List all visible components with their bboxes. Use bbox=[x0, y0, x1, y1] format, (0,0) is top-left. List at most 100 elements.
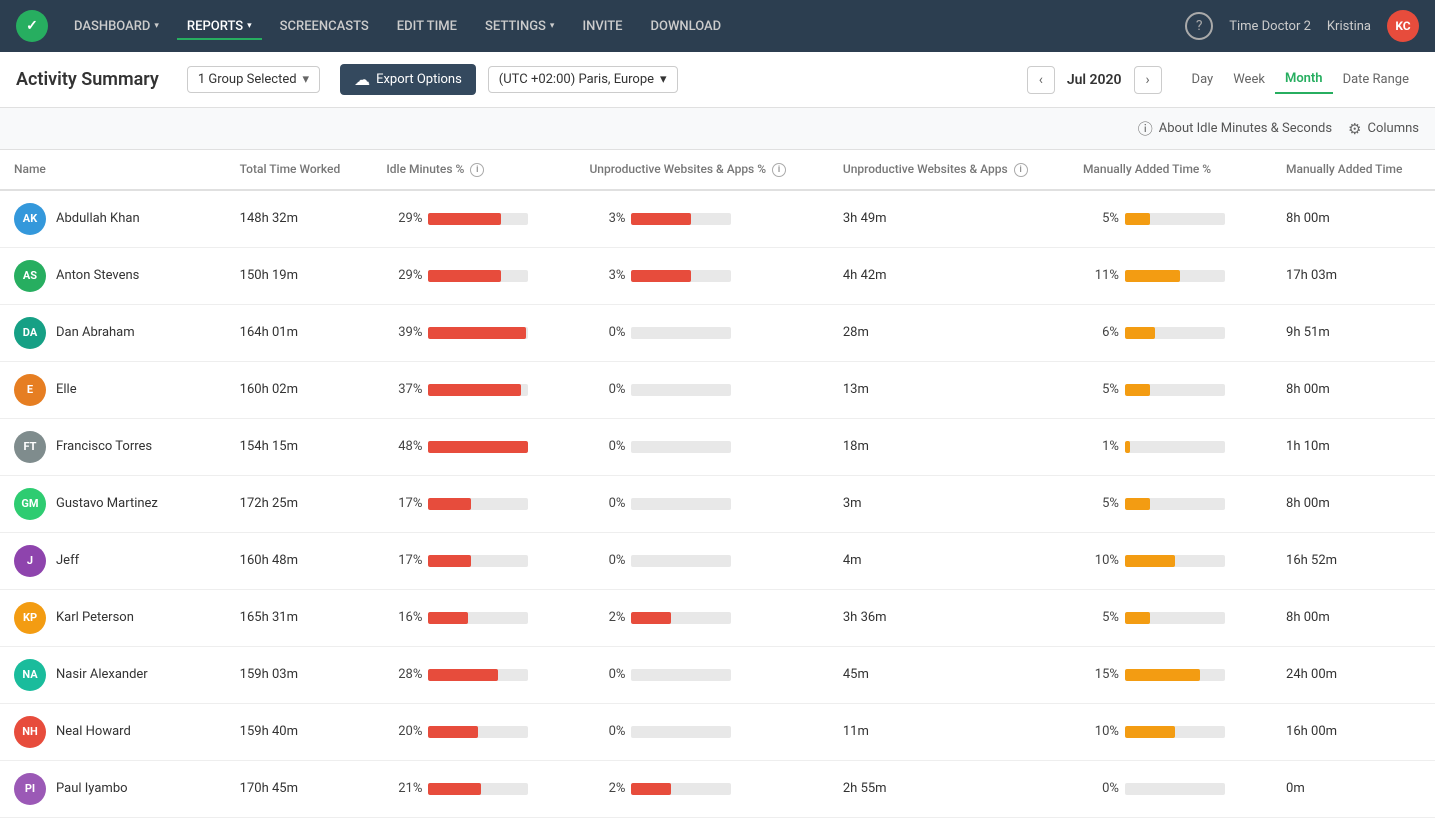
cell-name[interactable]: AK Abdullah Khan bbox=[0, 190, 226, 248]
cell-manually-pct: 10% bbox=[1069, 703, 1272, 760]
cell-manually-time: 24h 00m bbox=[1272, 646, 1435, 703]
next-date-button[interactable]: › bbox=[1134, 66, 1162, 94]
nav-edit-time[interactable]: EDIT TIME bbox=[387, 13, 467, 40]
cell-name[interactable]: E Elle bbox=[0, 361, 226, 418]
idle-info-icon[interactable]: i bbox=[470, 163, 484, 177]
manually-percent-value: 11% bbox=[1083, 268, 1119, 283]
table-row[interactable]: NH Neal Howard 159h 40m 20% 0% 11m bbox=[0, 703, 1435, 760]
tab-date-range[interactable]: Date Range bbox=[1333, 66, 1419, 93]
page-title: Activity Summary bbox=[16, 69, 159, 90]
cell-manually-time: 16h 52m bbox=[1272, 532, 1435, 589]
tab-day[interactable]: Day bbox=[1182, 66, 1224, 93]
cell-manually-pct: 1% bbox=[1069, 418, 1272, 475]
unproductive-bar-track bbox=[631, 327, 731, 339]
idle-bar-fill bbox=[428, 441, 528, 453]
nav-download[interactable]: DOWNLOAD bbox=[641, 13, 732, 40]
idle-bar-track bbox=[428, 270, 528, 282]
cell-unproductive-pct: 0% bbox=[575, 703, 828, 760]
manually-percent-value: 1% bbox=[1083, 439, 1119, 454]
nav-screencasts[interactable]: SCREENCASTS bbox=[270, 13, 379, 40]
table-row[interactable]: FT Francisco Torres 154h 15m 48% 0% 18m bbox=[0, 418, 1435, 475]
cell-manually-pct: 6% bbox=[1069, 304, 1272, 361]
nav-dashboard[interactable]: DASHBOARD ▾ bbox=[64, 13, 169, 40]
cell-total-time: 160h 48m bbox=[226, 532, 373, 589]
cell-name[interactable]: AS Anton Stevens bbox=[0, 247, 226, 304]
tab-week[interactable]: Week bbox=[1223, 66, 1275, 93]
avatar: DA bbox=[14, 317, 46, 349]
table-row[interactable]: E Elle 160h 02m 37% 0% 13m 5% bbox=[0, 361, 1435, 418]
cell-manually-time: 8h 00m bbox=[1272, 361, 1435, 418]
idle-bar-fill bbox=[428, 783, 481, 795]
unproductive-bar-track bbox=[631, 726, 731, 738]
nav-settings[interactable]: SETTINGS ▾ bbox=[475, 13, 564, 40]
nav-reports[interactable]: REPORTS ▾ bbox=[177, 13, 262, 40]
table-row[interactable]: PI Paul Iyambo 170h 45m 21% 2% 2h 55m bbox=[0, 760, 1435, 817]
unproductive-bar-track bbox=[631, 213, 731, 225]
table-row[interactable]: AK Abdullah Khan 148h 32m 29% 3% 3h 49m bbox=[0, 190, 1435, 248]
cell-manually-time: 1h 10m bbox=[1272, 418, 1435, 475]
unproductive-bar-track bbox=[631, 498, 731, 510]
cell-unproductive-pct: 0% bbox=[575, 532, 828, 589]
cell-manually-pct: 0% bbox=[1069, 760, 1272, 817]
manually-percent-value: 10% bbox=[1083, 553, 1119, 568]
timezone-selector[interactable]: (UTC +02:00) Paris, Europe ▾ bbox=[488, 66, 678, 93]
cell-name[interactable]: NA Nasir Alexander bbox=[0, 646, 226, 703]
table-row[interactable]: GM Gustavo Martinez 172h 25m 17% 0% 3m bbox=[0, 475, 1435, 532]
unproductive-pct-info-icon[interactable]: i bbox=[772, 163, 786, 177]
export-button[interactable]: ☁ Export Options bbox=[340, 64, 476, 95]
cell-total-time: 150h 19m bbox=[226, 247, 373, 304]
table-row[interactable]: DA Dan Abraham 164h 01m 39% 0% 28m bbox=[0, 304, 1435, 361]
manually-bar-fill bbox=[1125, 213, 1150, 225]
manually-bar-fill bbox=[1125, 498, 1150, 510]
cell-name[interactable]: FT Francisco Torres bbox=[0, 418, 226, 475]
unproductive-info-icon[interactable]: i bbox=[1014, 163, 1028, 177]
table-row[interactable]: KP Karl Peterson 165h 31m 16% 2% 3h 36m bbox=[0, 589, 1435, 646]
cell-name[interactable]: J Jeff bbox=[0, 532, 226, 589]
help-button[interactable]: ? bbox=[1185, 12, 1213, 40]
cell-unproductive-pct: 3% bbox=[575, 247, 828, 304]
idle-info-button[interactable]: ⓘ About Idle Minutes & Seconds bbox=[1138, 118, 1332, 139]
cell-unproductive-time: 2h 55m bbox=[829, 760, 1069, 817]
idle-percent-value: 37% bbox=[386, 382, 422, 397]
logo[interactable]: ✓ bbox=[16, 10, 48, 42]
manually-percent-value: 5% bbox=[1083, 610, 1119, 625]
cell-unproductive-time: 3m bbox=[829, 475, 1069, 532]
user-full-name: Gustavo Martinez bbox=[56, 496, 158, 511]
avatar: GM bbox=[14, 488, 46, 520]
avatar: E bbox=[14, 374, 46, 406]
tab-month[interactable]: Month bbox=[1275, 65, 1333, 94]
unproductive-bar-track bbox=[631, 669, 731, 681]
manually-bar-track bbox=[1125, 612, 1225, 624]
cell-idle-pct: 28% bbox=[372, 646, 575, 703]
idle-percent-value: 29% bbox=[386, 268, 422, 283]
avatar: J bbox=[14, 545, 46, 577]
idle-percent-value: 20% bbox=[386, 724, 422, 739]
group-selector[interactable]: 1 Group Selected ▾ bbox=[187, 66, 320, 93]
idle-bar-fill bbox=[428, 270, 501, 282]
date-navigation: ‹ Jul 2020 › bbox=[1027, 66, 1162, 94]
table-row[interactable]: J Jeff 160h 48m 17% 0% 4m 10% bbox=[0, 532, 1435, 589]
table-row[interactable]: AS Anton Stevens 150h 19m 29% 3% 4h 42m bbox=[0, 247, 1435, 304]
cell-name[interactable]: DA Dan Abraham bbox=[0, 304, 226, 361]
manually-bar-fill bbox=[1125, 669, 1200, 681]
cell-name[interactable]: KP Karl Peterson bbox=[0, 589, 226, 646]
cell-name[interactable]: PI Paul Iyambo bbox=[0, 760, 226, 817]
idle-bar-track bbox=[428, 327, 528, 339]
manually-bar-track bbox=[1125, 498, 1225, 510]
idle-bar-fill bbox=[428, 327, 526, 339]
unproductive-percent-value: 0% bbox=[589, 667, 625, 682]
table-row[interactable]: NA Nasir Alexander 159h 03m 28% 0% 45m bbox=[0, 646, 1435, 703]
manually-bar-track bbox=[1125, 384, 1225, 396]
cell-idle-pct: 17% bbox=[372, 532, 575, 589]
cell-name[interactable]: NH Neal Howard bbox=[0, 703, 226, 760]
manually-bar-fill bbox=[1125, 327, 1155, 339]
chevron-down-icon: ▾ bbox=[154, 21, 159, 31]
nav-invite[interactable]: INVITE bbox=[572, 13, 632, 40]
cell-unproductive-time: 3h 36m bbox=[829, 589, 1069, 646]
user-avatar[interactable]: KC bbox=[1387, 10, 1419, 42]
unproductive-percent-value: 0% bbox=[589, 382, 625, 397]
unproductive-bar-fill bbox=[631, 270, 691, 282]
cell-name[interactable]: GM Gustavo Martinez bbox=[0, 475, 226, 532]
columns-button[interactable]: ⚙ Columns bbox=[1348, 120, 1419, 138]
prev-date-button[interactable]: ‹ bbox=[1027, 66, 1055, 94]
